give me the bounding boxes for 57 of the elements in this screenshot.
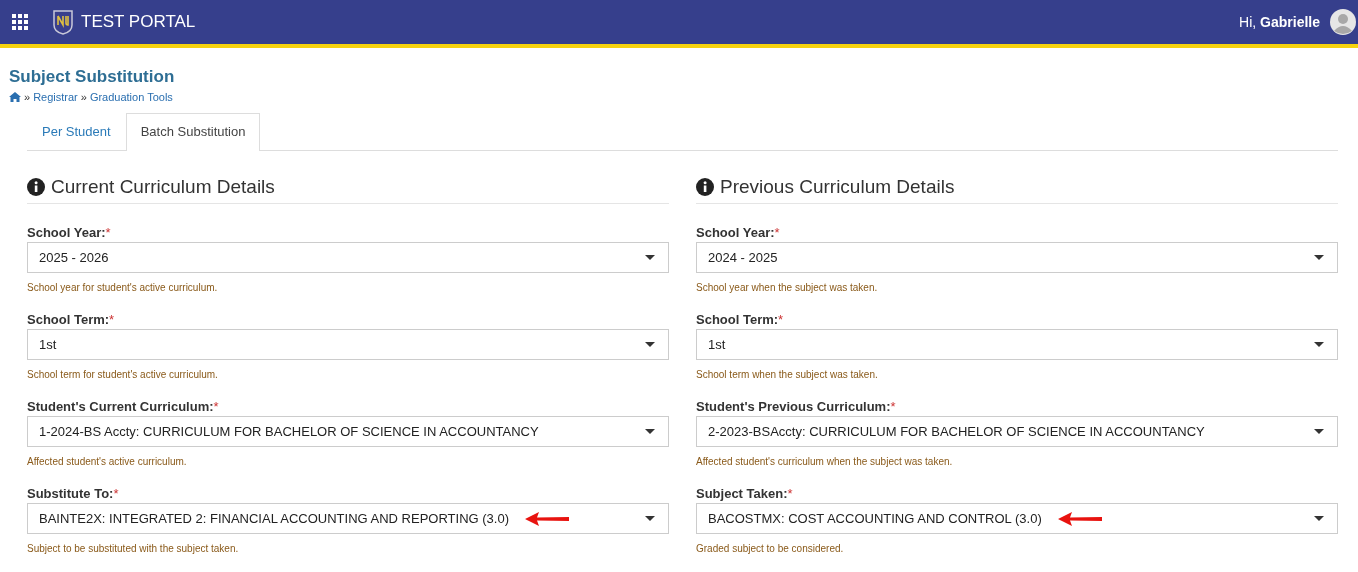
page-title: Subject Substitution (9, 67, 176, 87)
caret-icon (1314, 342, 1324, 347)
info-icon (696, 178, 714, 196)
field-label: Student's Current Curriculum: (27, 399, 214, 414)
required-mark: * (105, 225, 111, 240)
required-mark: * (213, 399, 219, 414)
field-label: Substitute To: (27, 486, 114, 501)
shield-logo-icon (52, 9, 74, 35)
home-icon[interactable] (9, 92, 21, 102)
avatar-icon[interactable] (1330, 9, 1356, 35)
breadcrumb-link[interactable]: Graduation Tools (89, 91, 173, 103)
dropdown-field[interactable]: 2025 - 2026 (27, 242, 669, 273)
help-text: Affected student's active curriculum. (27, 456, 188, 467)
field-label: School Year: (696, 225, 775, 240)
portal-title[interactable]: TEST PORTAL (81, 12, 196, 32)
help-text: School year for student's active curriculum. (27, 282, 219, 293)
required-mark: * (778, 312, 784, 327)
required-mark: * (109, 312, 115, 327)
caret-icon (1314, 516, 1324, 521)
dropdown-field[interactable]: 1st (696, 329, 1338, 360)
field-label: Student's Previous Curriculum: (696, 399, 891, 414)
help-text: School year when the subject was taken. (696, 282, 879, 293)
required-mark: * (774, 225, 780, 240)
caret-icon (645, 255, 655, 260)
field-label: School Year: (27, 225, 106, 240)
help-text: Subject to be substituted with the subject taken. (27, 543, 240, 554)
apps-grid-icon[interactable] (12, 14, 28, 30)
info-icon (27, 178, 45, 196)
field-label: School Term: (27, 312, 110, 327)
breadcrumb-link[interactable]: Registrar (33, 91, 78, 103)
dropdown-field[interactable]: BACOSTMX: COST ACCOUNTING AND CONTROL (3.0) (696, 503, 1338, 534)
dropdown-field[interactable]: BAINTE2X: INTEGRATED 2: FINANCIAL ACCOUNTING AND REPORTING (3.0) (27, 503, 669, 534)
required-mark: * (787, 486, 793, 501)
greeting-text: Hi, Gabrielle (1239, 14, 1320, 30)
required-mark: * (113, 486, 119, 501)
help-text: School term when the subject was taken. (696, 369, 879, 380)
field-label: Subject Taken: (696, 486, 788, 501)
tab[interactable]: Per Student (27, 113, 126, 150)
tab[interactable]: Batch Substitution (125, 113, 261, 151)
caret-icon (645, 342, 655, 347)
required-mark: * (890, 399, 896, 414)
section-heading: Current Curriculum Details (51, 176, 275, 198)
field-label: School Term: (696, 312, 779, 327)
caret-icon (1314, 255, 1324, 260)
breadcrumb-separator: » (24, 91, 31, 103)
dropdown-field[interactable]: 2-2023-BSAccty: CURRICULUM FOR BACHELOR OF SCIENCE IN ACCOUNTANCY (696, 416, 1338, 447)
dropdown-field[interactable]: 1st (27, 329, 669, 360)
breadcrumb-separator: » (80, 91, 87, 103)
help-text: Affected student's curriculum when the subject was taken. (696, 456, 954, 467)
section-heading: Previous Curriculum Details (720, 176, 955, 198)
dropdown-field[interactable]: 1-2024-BS Accty: CURRICULUM FOR BACHELOR OF SCIENCE IN ACCOUNTANCY (27, 416, 669, 447)
help-text: School term for student's active curriculum. (27, 369, 219, 380)
dropdown-field[interactable]: 2024 - 2025 (696, 242, 1338, 273)
caret-icon (645, 429, 655, 434)
caret-icon (1314, 429, 1324, 434)
caret-icon (645, 516, 655, 521)
help-text: Graded subject to be considered. (696, 543, 845, 554)
